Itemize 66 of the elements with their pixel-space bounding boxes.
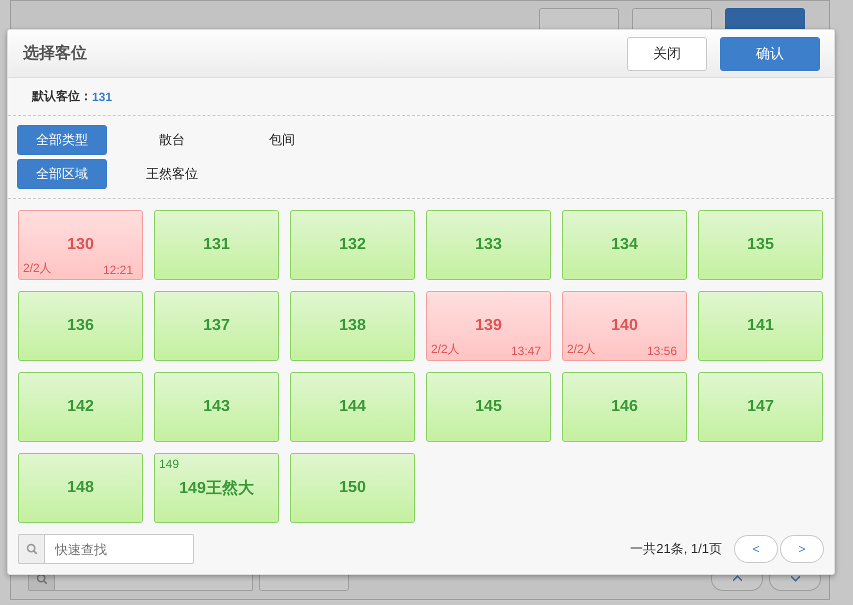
filter-tab[interactable]: 王然客位 bbox=[127, 159, 217, 189]
seat-time: 13:56 bbox=[646, 344, 677, 358]
next-page-button[interactable]: > bbox=[780, 535, 824, 563]
seat-tile[interactable]: 134 bbox=[562, 210, 687, 280]
seat-tile[interactable]: 149 149王然大 bbox=[154, 453, 279, 523]
guest-count: 2/2人 bbox=[431, 341, 460, 358]
seat-tile[interactable]: 130 2/2人 12:21 bbox=[18, 210, 143, 280]
seat-number: 137 bbox=[203, 317, 230, 335]
seat-number: 147 bbox=[747, 398, 774, 416]
guest-count: 2/2人 bbox=[567, 341, 596, 358]
seat-tile[interactable]: 138 bbox=[290, 291, 415, 361]
seat-tile[interactable]: 142 bbox=[18, 372, 143, 442]
seat-number: 133 bbox=[475, 236, 502, 254]
seat-number: 139 bbox=[475, 317, 502, 335]
seat-tile[interactable]: 137 bbox=[154, 291, 279, 361]
seat-number: 138 bbox=[339, 317, 366, 335]
previous-page-button[interactable]: < bbox=[734, 535, 778, 563]
seat-tile[interactable]: 145 bbox=[426, 372, 551, 442]
seat-number: 132 bbox=[339, 236, 366, 254]
seat-tile[interactable]: 146 bbox=[562, 372, 687, 442]
seat-tile[interactable]: 147 bbox=[698, 372, 823, 442]
seat-number: 130 bbox=[67, 236, 94, 254]
seat-number: 148 bbox=[67, 479, 94, 497]
page-summary: 一共21条, 1/1页 bbox=[630, 540, 722, 558]
seat-time: 12:21 bbox=[102, 263, 133, 277]
dialog-button[interactable]: 关闭 bbox=[627, 36, 707, 70]
seat-number: 140 bbox=[611, 317, 638, 335]
default-seat-label: 默认客位： bbox=[32, 88, 92, 105]
dialog-title: 选择客位 bbox=[23, 43, 88, 64]
filter-tab[interactable]: 全部区域 bbox=[17, 159, 107, 189]
seat-tile[interactable]: 131 bbox=[154, 210, 279, 280]
seat-tile[interactable]: 141 bbox=[698, 291, 823, 361]
filter-tab[interactable]: 包间 bbox=[237, 125, 327, 155]
filter-tab[interactable]: 全部类型 bbox=[17, 125, 107, 155]
seat-number: 135 bbox=[747, 236, 774, 254]
chevron-down-icon bbox=[790, 575, 800, 582]
seat-tile[interactable]: 132 bbox=[290, 210, 415, 280]
seat-tile[interactable]: 150 bbox=[290, 453, 415, 523]
seat-tile[interactable]: 148 bbox=[18, 453, 143, 523]
seat-number: 144 bbox=[339, 398, 366, 416]
seat-tile[interactable]: 135 bbox=[698, 210, 823, 280]
seat-tile[interactable]: 144 bbox=[290, 372, 415, 442]
seat-tile[interactable]: 140 2/2人 13:56 bbox=[562, 291, 687, 361]
search-field[interactable]: 快速查找 bbox=[44, 534, 194, 564]
seat-tile[interactable]: 133 bbox=[426, 210, 551, 280]
seat-number: 149王然大 bbox=[179, 478, 254, 498]
seat-number: 142 bbox=[67, 398, 94, 416]
seat-tag: 149 bbox=[159, 457, 180, 471]
seat-number: 150 bbox=[339, 479, 366, 497]
seat-tile[interactable]: 143 bbox=[154, 372, 279, 442]
seat-number: 141 bbox=[747, 317, 774, 335]
dialog-button[interactable]: 确认 bbox=[720, 36, 820, 70]
seat-number: 146 bbox=[611, 398, 638, 416]
seat-number: 134 bbox=[611, 236, 638, 254]
seat-number: 143 bbox=[203, 398, 230, 416]
seat-tile[interactable]: 136 bbox=[18, 291, 143, 361]
seat-time: 13:47 bbox=[510, 344, 541, 358]
seat-number: 131 bbox=[203, 236, 230, 254]
guest-count: 2/2人 bbox=[23, 260, 52, 277]
seat-tile[interactable]: 139 2/2人 13:47 bbox=[426, 291, 551, 361]
filter-tab[interactable]: 散台 bbox=[127, 125, 217, 155]
chevron-up-icon bbox=[732, 575, 742, 582]
default-seat-value: 131 bbox=[92, 90, 112, 104]
seat-number: 136 bbox=[67, 317, 94, 335]
seat-number: 145 bbox=[475, 398, 502, 416]
search-icon bbox=[18, 534, 44, 564]
